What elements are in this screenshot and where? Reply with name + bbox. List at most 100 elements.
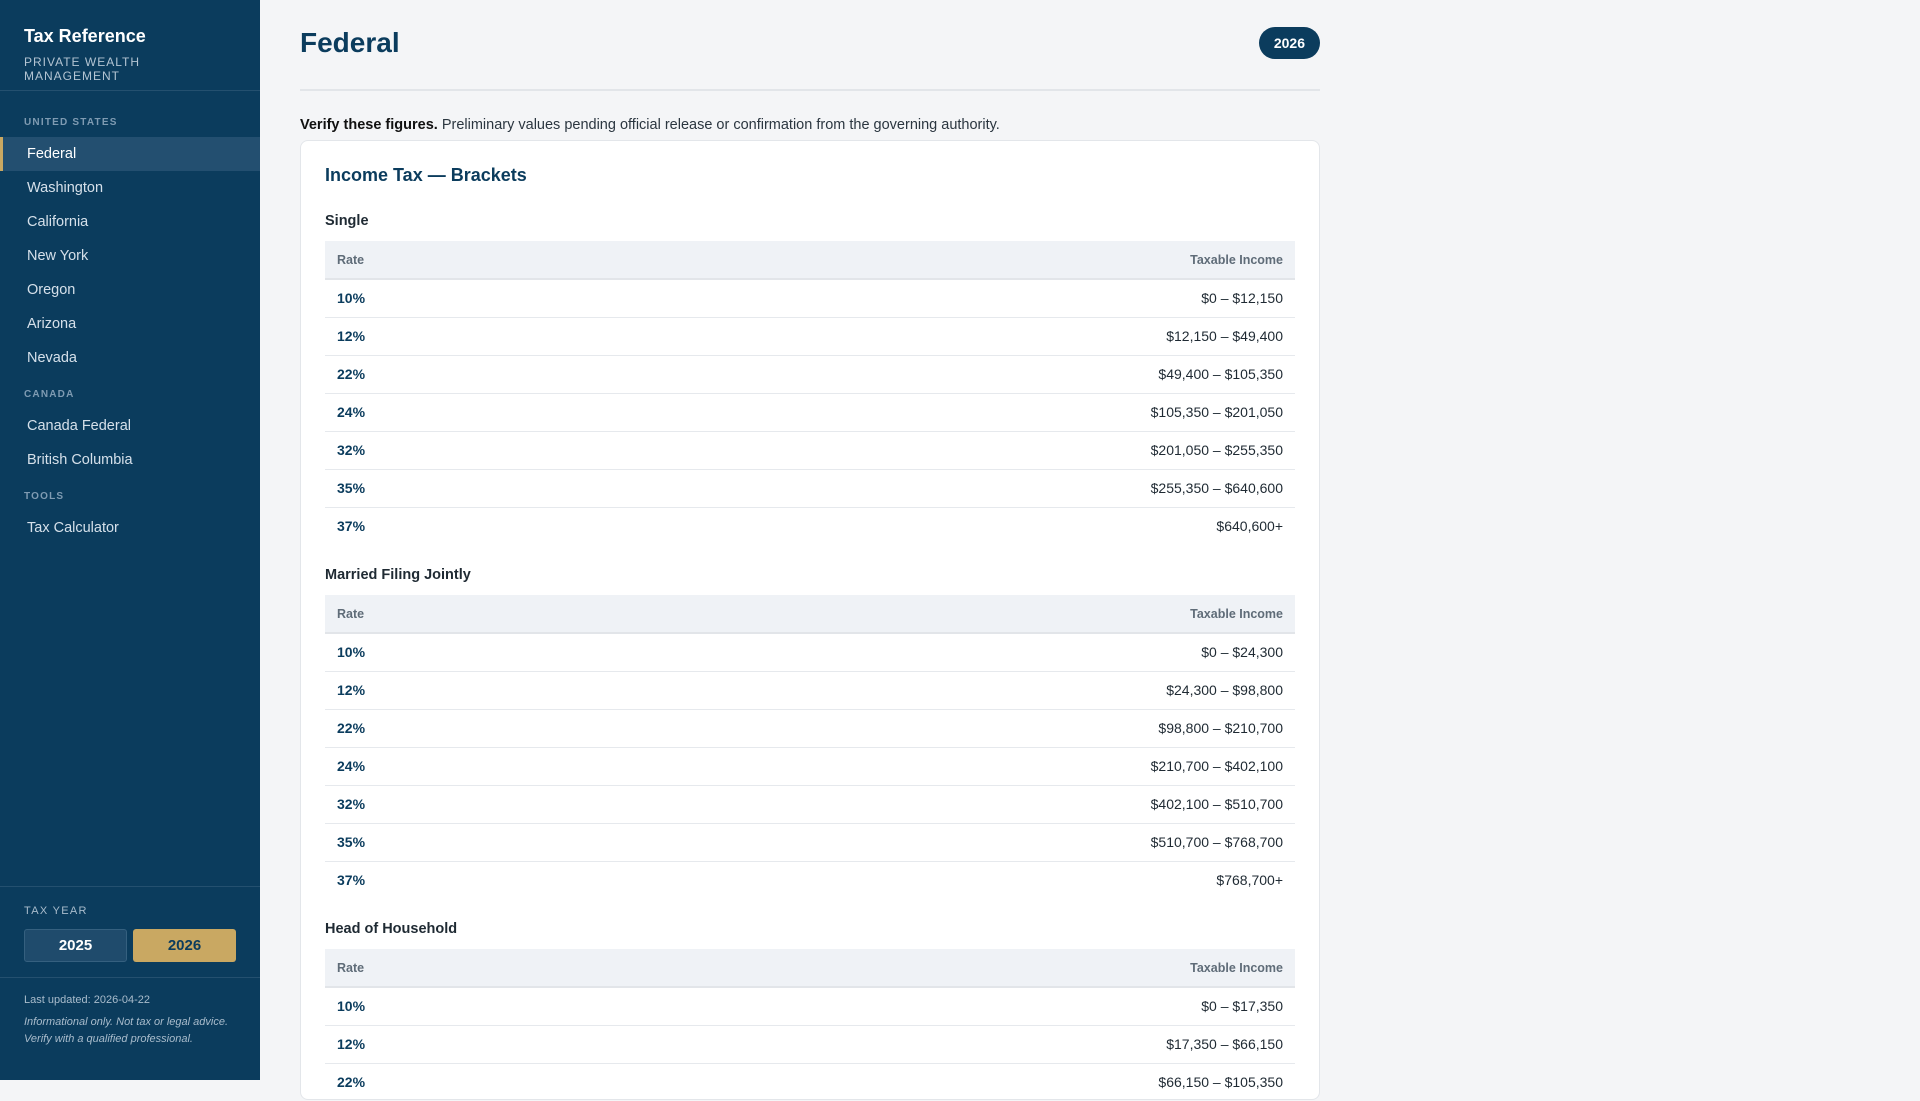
- income-range-cell: $255,350 – $640,600: [567, 469, 1295, 508]
- col-taxable-income: Taxable Income: [567, 241, 1295, 280]
- sidebar-item-oregon[interactable]: Oregon: [0, 273, 260, 307]
- rate-cell: 32%: [325, 785, 568, 824]
- table-row: 12% $24,300 – $98,800: [325, 671, 1295, 710]
- rate-cell: 24%: [325, 747, 568, 786]
- income-range-cell: $105,350 – $201,050: [567, 393, 1295, 432]
- rate-cell: 24%: [325, 393, 568, 432]
- income-range-cell: $66,150 – $105,350: [1158, 1074, 1283, 1091]
- tax-year-label: TAX YEAR: [24, 905, 88, 917]
- sidebar-item-canada-federal[interactable]: Canada Federal: [0, 409, 260, 443]
- income-range-cell: $210,700 – $402,100: [567, 747, 1295, 786]
- sidebar-footer: Last updated: 2026-04-22 Informational o…: [24, 994, 228, 1048]
- table-row: 12% $17,350 – $66,150: [325, 1025, 1295, 1064]
- table-row: 12% $12,150 – $49,400: [325, 317, 1295, 356]
- sidebar: Tax Reference PRIVATE WEALTH MANAGEMENT …: [0, 0, 260, 1080]
- sidebar-item-nevada[interactable]: Nevada: [0, 341, 260, 375]
- filing-status-label: Married Filing Jointly: [325, 567, 471, 583]
- income-range-cell: $402,100 – $510,700: [567, 785, 1295, 824]
- rate-cell: 10%: [325, 987, 577, 1026]
- table-row: 35% $255,350 – $640,600: [325, 469, 1295, 508]
- sidebar-item-washington[interactable]: Washington: [0, 171, 260, 205]
- col-rate: Rate: [325, 595, 568, 634]
- sidebar-item-arizona[interactable]: Arizona: [0, 307, 260, 341]
- rate-cell: 12%: [325, 671, 568, 710]
- nav-section-label: TOOLS: [24, 491, 65, 502]
- page-title: Federal: [300, 26, 400, 58]
- sidebar-item-california[interactable]: California: [0, 205, 260, 239]
- income-range-cell: $24,300 – $98,800: [567, 671, 1295, 710]
- nav-section-label: CANADA: [24, 389, 75, 400]
- brackets-card: Income Tax — Brackets Single Rate Taxable …: [300, 140, 1320, 1100]
- table-row: 24% $210,700 – $402,100: [325, 747, 1295, 786]
- income-range-cell: $0 – $24,300: [567, 633, 1295, 672]
- disclaimer-line-2: Verify with a qualified professional.: [24, 1033, 193, 1045]
- col-rate: Rate: [325, 949, 577, 988]
- rate-cell: 35%: [325, 823, 568, 862]
- card-title: Income Tax — Brackets: [325, 165, 527, 185]
- table-row: 35% $510,700 – $768,700: [325, 823, 1295, 862]
- year-badge: 2026: [1258, 26, 1320, 59]
- table-row: 24% $105,350 – $201,050: [325, 393, 1295, 432]
- rate-cell: 37%: [337, 872, 366, 889]
- income-range-cell: $640,600+: [1216, 518, 1283, 535]
- brackets-table: Rate Taxable Income 10% $0 – $17,350 12% $17,…: [325, 949, 1295, 1101]
- rate-cell: 10%: [325, 633, 568, 672]
- rate-cell: 10%: [325, 279, 568, 318]
- income-range-cell: $201,050 – $255,350: [567, 431, 1295, 470]
- app-subtitle: PRIVATE WEALTH MANAGEMENT: [24, 55, 141, 83]
- income-range-cell: $0 – $17,350: [576, 987, 1295, 1026]
- verify-notice: Verify these figures. Preliminary values…: [300, 117, 1320, 139]
- col-taxable-income: Taxable Income: [576, 949, 1295, 988]
- col-taxable-income: Taxable Income: [567, 595, 1295, 634]
- nav-section-label: UNITED STATES: [24, 117, 118, 128]
- table-row: 22% $98,800 – $210,700: [325, 709, 1295, 748]
- brand: Tax Reference PRIVATE WEALTH MANAGEMENT: [0, 0, 260, 91]
- income-range-cell: $768,700+: [1216, 872, 1283, 889]
- table-row: 32% $201,050 – $255,350: [325, 431, 1295, 470]
- rate-cell: 37%: [337, 518, 366, 535]
- nav-gap: [0, 477, 260, 489]
- nav-gap: [0, 375, 260, 387]
- page-header: Federal 2026: [300, 0, 1320, 91]
- brackets-table: Rate Taxable Income 10% $0 – $24,300 12% $24,…: [325, 595, 1295, 899]
- table-header: Rate Taxable Income: [325, 241, 1295, 280]
- rate-cell: 22%: [337, 1074, 366, 1091]
- table-row: 22% $66,150 – $105,350: [325, 1063, 1295, 1101]
- table-row: 37% $640,600+: [325, 507, 1295, 545]
- brackets-table: Rate Taxable Income 10% $0 – $12,150 12% $12,…: [325, 241, 1295, 545]
- year-2025-button[interactable]: 2025: [24, 929, 127, 962]
- filing-status-label: Head of Household: [325, 921, 458, 937]
- sidebar-item-tax-calculator[interactable]: Tax Calculator: [0, 511, 260, 545]
- income-range-cell: $17,350 – $66,150: [576, 1025, 1295, 1064]
- table-row: 10% $0 – $24,300: [325, 633, 1295, 672]
- rate-cell: 35%: [325, 469, 568, 508]
- table-header: Rate Taxable Income: [325, 949, 1295, 988]
- table-header: Rate Taxable Income: [325, 595, 1295, 634]
- sidebar-item-federal[interactable]: Federal: [0, 137, 260, 171]
- main-content: Federal 2026 Verify these figures. Preli…: [300, 0, 1320, 1100]
- table-row: 22% $49,400 – $105,350: [325, 355, 1295, 394]
- income-range-cell: $510,700 – $768,700: [567, 823, 1295, 862]
- rate-cell: 32%: [325, 431, 568, 470]
- notice-text: Preliminary values pending official rele…: [437, 117, 1000, 133]
- year-2026-button[interactable]: 2026: [133, 929, 236, 962]
- sidebar-item-new-york[interactable]: New York: [0, 239, 260, 273]
- rate-cell: 12%: [325, 1025, 577, 1064]
- table-row: 32% $402,100 – $510,700: [325, 785, 1295, 824]
- table-row: 10% $0 – $12,150: [325, 279, 1295, 318]
- income-range-cell: $0 – $12,150: [567, 279, 1295, 318]
- last-updated: Last updated: 2026-04-22: [24, 994, 150, 1006]
- income-range-cell: $12,150 – $49,400: [567, 317, 1295, 356]
- rate-cell: 12%: [325, 317, 568, 356]
- rate-cell: 22%: [325, 355, 568, 394]
- filing-status-label: Single: [325, 213, 369, 229]
- col-rate: Rate: [325, 241, 568, 280]
- sidebar-item-british-columbia[interactable]: British Columbia: [0, 443, 260, 477]
- rate-cell: 22%: [325, 709, 568, 748]
- table-row: 10% $0 – $17,350: [325, 987, 1295, 1026]
- tax-year-selector: TAX YEAR 2025 2026: [0, 886, 260, 978]
- income-range-cell: $98,800 – $210,700: [567, 709, 1295, 748]
- disclaimer-line-1: Informational only. Not tax or legal adv…: [24, 1016, 229, 1028]
- app-title: Tax Reference: [24, 26, 146, 46]
- income-range-cell: $49,400 – $105,350: [567, 355, 1295, 394]
